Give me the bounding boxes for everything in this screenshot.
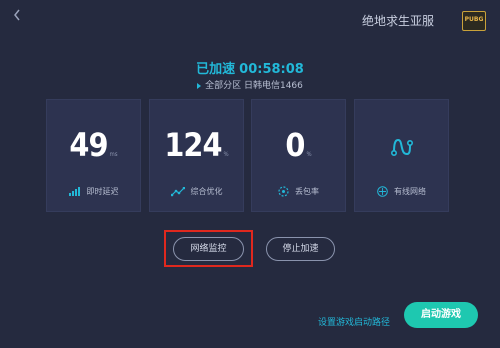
packet-loss-icon (278, 186, 289, 197)
optimization-value-row: 124% (150, 128, 243, 172)
packet-loss-value: 0 (285, 126, 305, 164)
network-monitor-button[interactable]: 网络监控 (173, 237, 244, 261)
start-game-button[interactable]: 启动游戏 (404, 302, 478, 328)
network-type-label-row: 有线网络 (355, 186, 448, 197)
packet-loss-value-row: 0% (252, 128, 345, 172)
optimization-label: 综合优化 (190, 187, 223, 196)
packet-loss-card: 0% 丢包率 (251, 99, 346, 212)
latency-label: 即时延迟 (86, 187, 119, 196)
pubg-logo-text: PUBG (464, 16, 484, 23)
trend-icon (170, 186, 185, 196)
server-name: 全部分区 日韩电信1466 (205, 81, 303, 91)
packet-loss-label-row: 丢包率 (252, 186, 345, 197)
optimization-value: 124 (164, 126, 222, 164)
chevron-left-icon (14, 9, 20, 21)
acceleration-status: 已加速 00:58:08 (0, 58, 500, 77)
latency-label-row: 即时延迟 (47, 186, 140, 197)
latency-card: 49 ms 即时延迟 (46, 99, 141, 212)
latency-value-row: 49 ms (47, 128, 140, 172)
stop-acceleration-button[interactable]: 停止加速 (266, 237, 335, 261)
optimization-unit: % (223, 151, 229, 158)
acceleration-timer: 00:58:08 (239, 62, 304, 77)
network-type-card: 有线网络 (354, 99, 449, 212)
status-text: 已加速 (196, 62, 236, 77)
latency-value: 49 (69, 126, 108, 164)
pubg-logo: PUBG (462, 11, 486, 31)
optimization-card: 124% 综合优化 (149, 99, 244, 212)
server-selector[interactable]: 全部分区 日韩电信1466 (0, 78, 500, 91)
signal-bars-icon (68, 187, 80, 196)
route-icon (390, 138, 413, 156)
wired-network-icon (377, 186, 388, 197)
set-game-path-link[interactable]: 设置游戏启动路径 (318, 315, 390, 328)
optimization-label-row: 综合优化 (150, 186, 243, 197)
latency-unit: ms (109, 151, 118, 158)
stats-panel: 49 ms 即时延迟 124% 综合优化 0% 丢包率 有线网络 (46, 99, 449, 212)
packet-loss-label: 丢包率 (295, 187, 319, 196)
game-name: 绝地求生亚服 (361, 14, 434, 28)
triangle-right-icon (197, 82, 202, 89)
packet-loss-unit: % (306, 151, 312, 158)
network-type-label: 有线网络 (394, 187, 426, 196)
back-button[interactable] (12, 8, 26, 26)
